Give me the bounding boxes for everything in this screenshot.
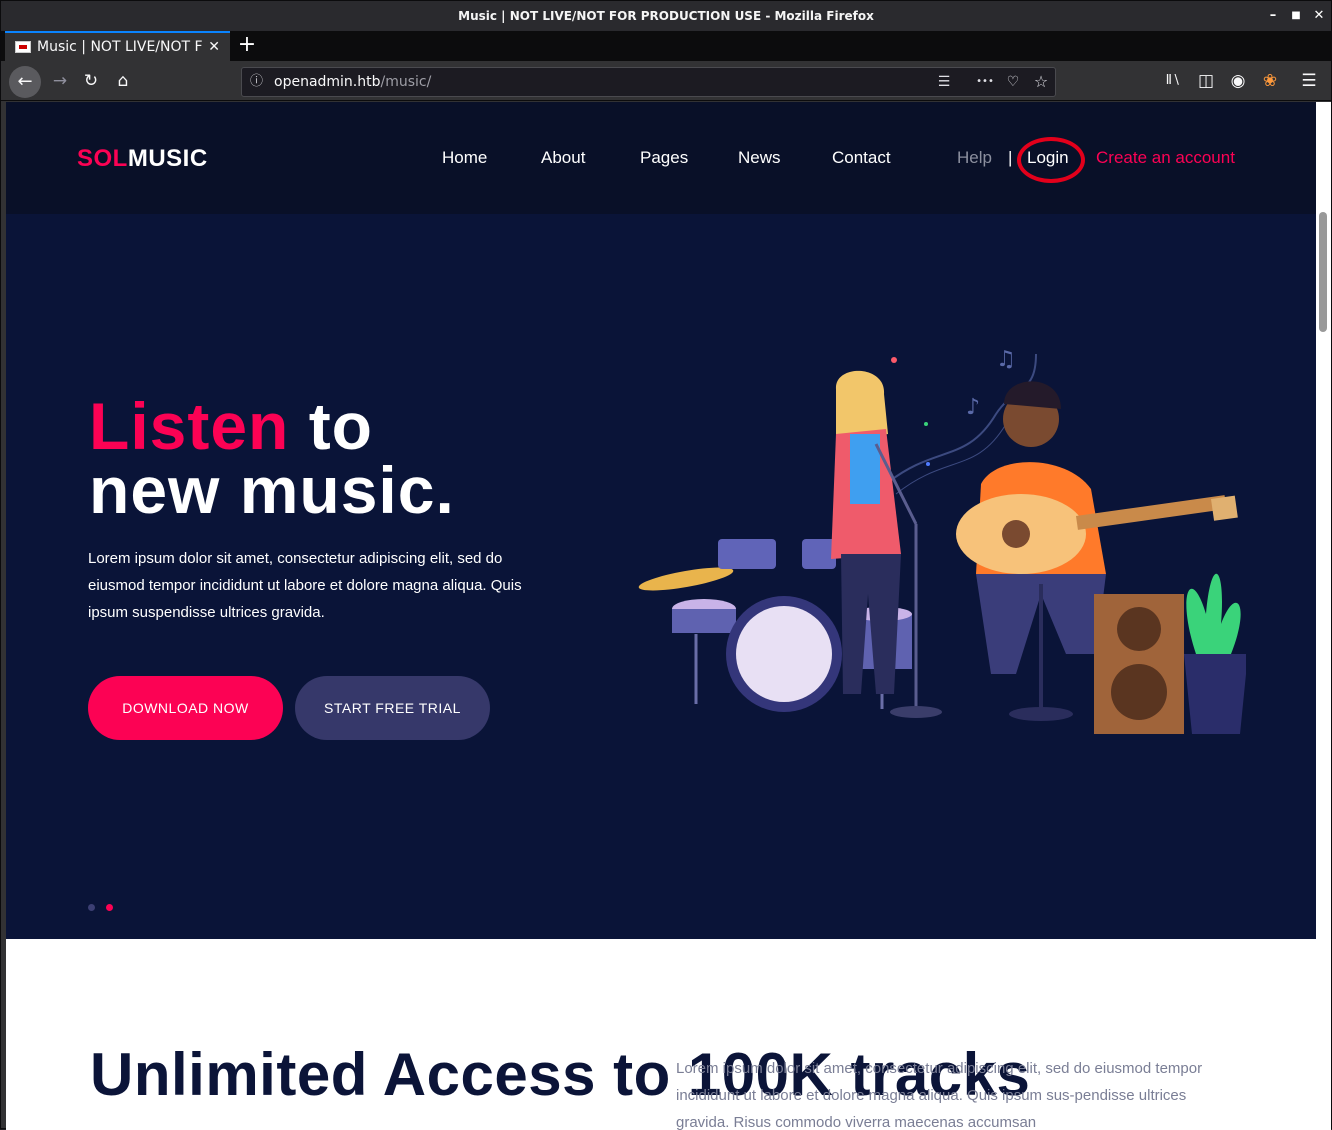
nav-contact[interactable]: Contact: [832, 148, 891, 168]
page-actions-icon[interactable]: •••: [973, 68, 997, 96]
home-icon[interactable]: ⌂: [109, 67, 137, 95]
reload-icon[interactable]: ↻: [77, 67, 105, 95]
logo-music: MUSIC: [127, 145, 208, 172]
back-icon[interactable]: ←: [9, 66, 41, 98]
features-section: Unlimited Access to 100K tracks Lorem ip…: [6, 939, 1316, 1130]
slider-dots: [88, 896, 124, 915]
url-path: /music/: [380, 74, 432, 90]
separator: |: [1008, 148, 1013, 167]
new-tab-icon[interactable]: +: [237, 31, 257, 61]
bookmark-star-icon[interactable]: ☆: [1029, 68, 1053, 96]
window-title: Music | NOT LIVE/NOT FOR PRODUCTION USE …: [458, 9, 874, 23]
svg-text:♪: ♪: [966, 395, 980, 420]
download-now-button[interactable]: DOWNLOAD NOW: [88, 676, 283, 740]
hero-title-part2: new music.: [89, 453, 455, 527]
nav-pages[interactable]: Pages: [640, 148, 688, 168]
nav-news[interactable]: News: [738, 148, 781, 168]
site-logo[interactable]: SOLMUSIC: [77, 145, 208, 173]
help-link[interactable]: Help: [957, 148, 992, 168]
pocket-icon[interactable]: ♡: [1001, 68, 1025, 96]
navigation-toolbar: ← → ↻ ⌂ ⓘ openadmin.htb/music/ ☰ ••• ♡ ☆…: [1, 61, 1331, 101]
logo-sol: SOL: [77, 145, 128, 172]
sidebar-icon[interactable]: ◫: [1192, 67, 1220, 95]
nav-about[interactable]: About: [541, 148, 585, 168]
reader-view-icon[interactable]: ☰: [932, 68, 956, 96]
site-header: SOLMUSIC Home About Pages News Contact H…: [6, 102, 1316, 214]
create-account-link[interactable]: Create an account: [1096, 148, 1235, 168]
tab-music[interactable]: Music | NOT LIVE/NOT FOR PRODUCTION USE …: [5, 31, 230, 61]
browser-window: Music | NOT LIVE/NOT FOR PRODUCTION USE …: [0, 0, 1332, 1130]
page-viewport: SOLMUSIC Home About Pages News Contact H…: [6, 102, 1316, 1130]
slider-dot-1[interactable]: [88, 904, 95, 911]
window-titlebar: Music | NOT LIVE/NOT FOR PRODUCTION USE …: [1, 1, 1331, 31]
library-icon[interactable]: Ⅱ∖: [1159, 67, 1187, 95]
url-host: openadmin.htb: [274, 74, 381, 90]
close-tab-icon[interactable]: ✕: [208, 33, 220, 61]
close-window-icon[interactable]: ✕: [1306, 1, 1332, 31]
annotation-circle: [1017, 137, 1085, 183]
section-text: Lorem ipsum dolor sit amet, consectetur …: [676, 1060, 1203, 1130]
slider-dot-2[interactable]: [106, 904, 113, 911]
flag-icon: [15, 41, 31, 53]
forward-icon[interactable]: →: [46, 67, 74, 95]
hero-title-part1: to: [289, 389, 373, 463]
svg-text:♫: ♫: [996, 347, 1016, 372]
hero-title: Listen to new music.: [89, 393, 455, 523]
nav-home[interactable]: Home: [442, 148, 487, 168]
url-text[interactable]: openadmin.htb/music/: [274, 68, 431, 96]
hero-section: Listen to new music. Lorem ipsum dolor si…: [6, 214, 1316, 939]
extension-icon[interactable]: ❀: [1256, 67, 1284, 95]
hero-lead: Lorem ipsum dolor sit amet, consectetur …: [88, 550, 522, 621]
tab-strip: Music | NOT LIVE/NOT FOR PRODUCTION USE …: [1, 31, 1331, 61]
menu-icon[interactable]: ☰: [1295, 67, 1323, 95]
page-scrollbar[interactable]: [1316, 102, 1331, 1130]
info-icon[interactable]: ⓘ: [250, 68, 263, 96]
tab-title: Music | NOT LIVE/NOT FOR PRODUCTION USE: [37, 39, 203, 55]
musicians-illustration: ♪ ♫: [638, 347, 1246, 734]
account-icon[interactable]: ◉: [1224, 67, 1252, 95]
hero-title-accent: Listen: [89, 389, 290, 463]
start-free-trial-button[interactable]: START FREE TRIAL: [295, 676, 490, 740]
scrollbar-thumb[interactable]: [1319, 212, 1327, 332]
url-bar[interactable]: ⓘ openadmin.htb/music/ ☰ ••• ♡ ☆: [241, 67, 1056, 97]
